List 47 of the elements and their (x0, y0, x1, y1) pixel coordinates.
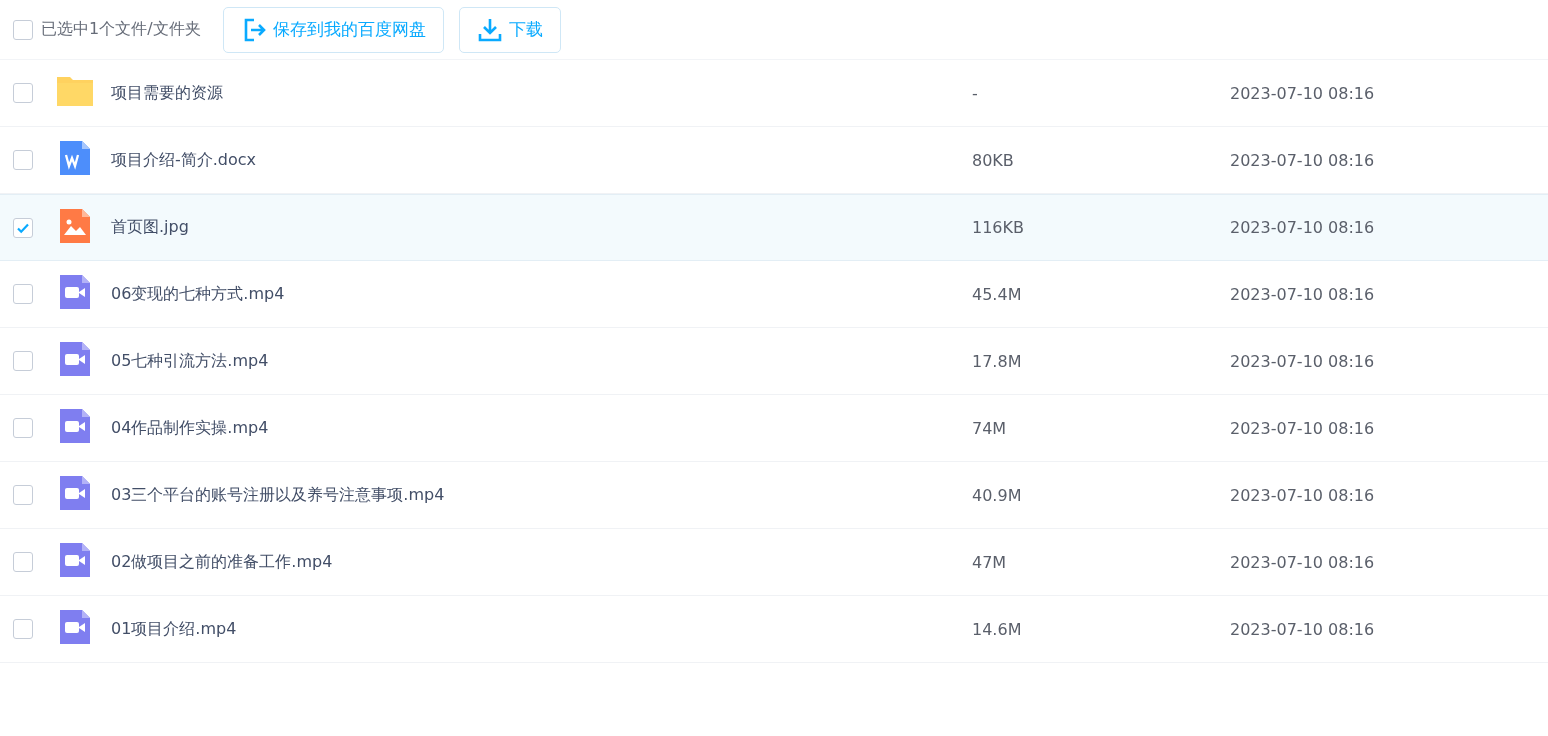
checkbox[interactable] (13, 552, 33, 572)
file-name[interactable]: 02做项目之前的准备工作.mp4 (111, 551, 972, 573)
checkbox[interactable] (13, 284, 33, 304)
file-size: 74M (972, 418, 1008, 438)
checkbox[interactable] (13, 485, 33, 505)
checkbox[interactable] (13, 418, 33, 438)
file-size: 80KB (972, 150, 1015, 170)
file-row[interactable]: 首页图.jpg 116KB 2023-07-10 08:16 (0, 194, 1548, 261)
file-size: 17.8M (972, 351, 1023, 371)
file-name[interactable]: 03三个平台的账号注册以及养号注意事项.mp4 (111, 484, 972, 506)
file-name[interactable]: 01项目介绍.mp4 (111, 618, 972, 640)
file-row[interactable]: 项目需要的资源 - 2023-07-10 08:16 (0, 60, 1548, 127)
file-row[interactable]: 03三个平台的账号注册以及养号注意事项.mp4 40.9M 2023-07-10 08:16 (0, 462, 1548, 529)
file-row[interactable]: 05七种引流方法.mp4 17.8M 2023-07-10 08:16 (0, 328, 1548, 395)
file-name[interactable]: 首页图.jpg (111, 217, 972, 238)
modified-date: 2023-07-10 08:16 (1230, 218, 1376, 237)
modified-date: 2023-07-10 08:16 (1230, 150, 1376, 170)
checkbox[interactable] (13, 619, 33, 639)
checkbox[interactable] (13, 19, 33, 40)
file-size: 45.4M (972, 284, 1023, 304)
file-size: - (972, 83, 979, 103)
modified-date: 2023-07-10 08:16 (1230, 418, 1376, 438)
download-icon (476, 16, 503, 43)
selection-count-label: 已选中1个文件/文件夹 (41, 19, 201, 40)
modified-date: 2023-07-10 08:16 (1230, 552, 1376, 572)
file-name[interactable]: 06变现的七种方式.mp4 (111, 283, 972, 305)
file-size: 40.9M (972, 485, 1023, 505)
modified-date: 2023-07-10 08:16 (1230, 83, 1376, 103)
modified-date: 2023-07-10 08:16 (1230, 351, 1376, 371)
file-name[interactable]: 项目介绍-简介.docx (111, 149, 972, 171)
file-name[interactable]: 项目需要的资源 (111, 82, 972, 104)
file-size: 14.6M (972, 619, 1023, 639)
checkbox[interactable] (13, 150, 33, 170)
modified-date: 2023-07-10 08:16 (1230, 284, 1376, 304)
file-size: 47M (972, 552, 1008, 572)
checkbox[interactable] (13, 83, 33, 103)
modified-date: 2023-07-10 08:16 (1230, 485, 1376, 505)
file-row[interactable]: 02做项目之前的准备工作.mp4 47M 2023-07-10 08:16 (0, 529, 1548, 596)
file-name[interactable]: 04作品制作实操.mp4 (111, 417, 972, 439)
file-size: 116KB (972, 218, 1025, 237)
file-row[interactable]: 06变现的七种方式.mp4 45.4M 2023-07-10 08:16 (0, 261, 1548, 328)
checkbox[interactable] (13, 217, 33, 238)
file-row[interactable]: 01项目介绍.mp4 14.6M 2023-07-10 08:16 (0, 596, 1548, 663)
modified-date: 2023-07-10 08:16 (1230, 619, 1376, 639)
checkbox[interactable] (13, 351, 33, 371)
file-row[interactable]: 04作品制作实操.mp4 74M 2023-07-10 08:16 (0, 395, 1548, 462)
file-name[interactable]: 05七种引流方法.mp4 (111, 350, 972, 372)
